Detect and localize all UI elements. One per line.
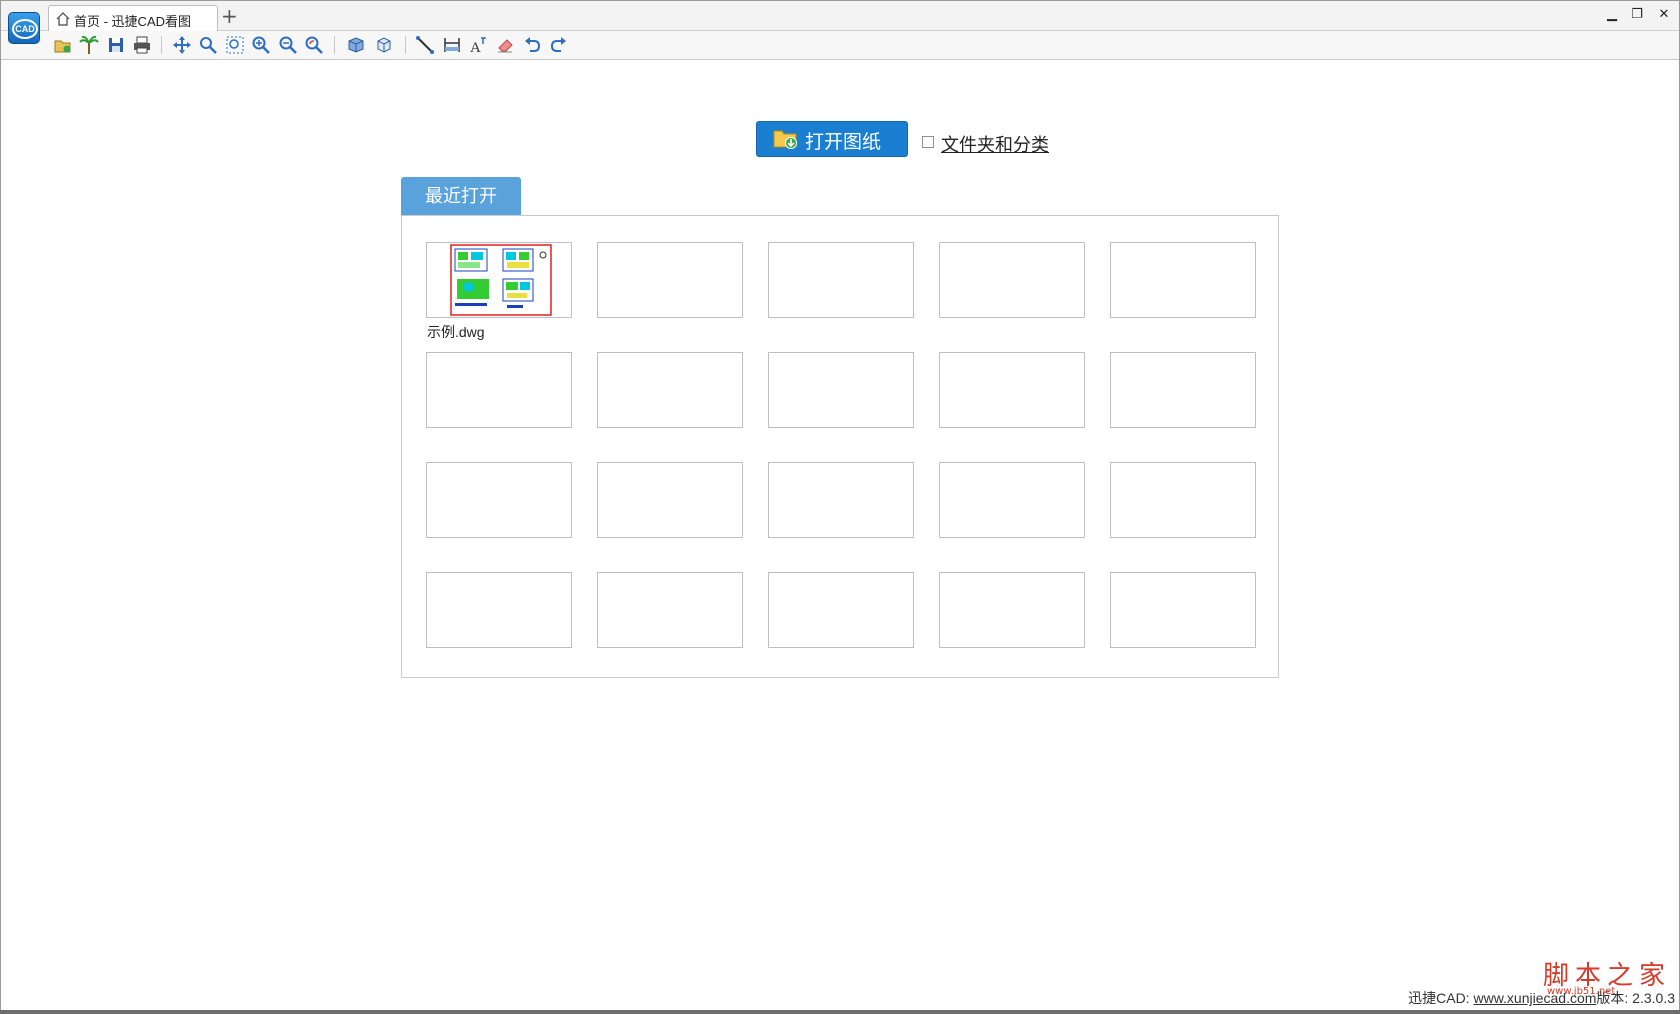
minimize-button[interactable]: ▁: [1604, 7, 1620, 23]
recent-file-thumbnail[interactable]: [426, 352, 572, 428]
print-icon[interactable]: [132, 35, 152, 55]
3d-view-icon[interactable]: [346, 35, 366, 55]
text-icon[interactable]: A: [468, 35, 488, 55]
recent-file-thumbnail[interactable]: [597, 352, 743, 428]
dwg-preview-image: [450, 244, 552, 316]
zoom-window-icon[interactable]: [198, 35, 218, 55]
eraser-icon[interactable]: [495, 35, 515, 55]
measure-dimension-icon[interactable]: [442, 35, 462, 55]
toolbar-separator: [334, 36, 335, 54]
recent-file-thumbnail[interactable]: [939, 572, 1085, 648]
app-logo: CAD: [8, 12, 40, 44]
pan-icon[interactable]: [172, 35, 192, 55]
tab-home[interactable]: 首页 - 迅捷CAD看图: [48, 5, 218, 32]
recent-file-thumbnail[interactable]: [1110, 352, 1256, 428]
footer-prefix: 迅捷CAD:: [1408, 990, 1474, 1006]
zoom-previous-icon[interactable]: [304, 35, 324, 55]
palm-tree-icon[interactable]: [79, 35, 99, 55]
title-bar: 首页 - 迅捷CAD看图 + ▁ ❐ ✕: [1, 1, 1679, 32]
recent-file-thumbnail[interactable]: [1110, 462, 1256, 538]
save-icon[interactable]: [106, 35, 126, 55]
recent-file-thumbnail[interactable]: [597, 242, 743, 318]
recent-file-thumbnail[interactable]: [939, 352, 1085, 428]
toolbar: A: [1, 31, 1679, 60]
recent-file-thumbnail[interactable]: [768, 352, 914, 428]
recent-file-thumbnail[interactable]: [768, 242, 914, 318]
folder-category-checkbox[interactable]: [922, 136, 934, 148]
measure-line-icon[interactable]: [415, 35, 435, 55]
new-tab-button[interactable]: +: [221, 5, 238, 27]
recent-file-name[interactable]: 示例.dwg: [427, 322, 485, 342]
zoom-out-icon[interactable]: [278, 35, 298, 55]
svg-text:A: A: [470, 40, 481, 55]
recent-file-thumbnail[interactable]: [597, 572, 743, 648]
undo-icon[interactable]: [522, 35, 542, 55]
restore-button[interactable]: ❐: [1629, 7, 1645, 23]
recent-file-thumbnail[interactable]: [1110, 242, 1256, 318]
recent-file-thumbnail[interactable]: [426, 572, 572, 648]
tab-recent[interactable]: 最近打开: [401, 177, 521, 215]
close-button[interactable]: ✕: [1656, 7, 1672, 23]
recent-files-panel: 示例.dwg: [401, 215, 1279, 678]
recent-file-thumbnail[interactable]: [426, 242, 572, 318]
watermark-sub: www.jb51.net: [1547, 986, 1616, 997]
redo-icon[interactable]: [549, 35, 569, 55]
recent-file-thumbnail[interactable]: [426, 462, 572, 538]
toolbar-separator: [405, 36, 406, 54]
home-icon: [56, 12, 70, 26]
zoom-extents-icon[interactable]: [225, 35, 245, 55]
recent-file-thumbnail[interactable]: [768, 462, 914, 538]
folder-open-icon: [773, 130, 797, 149]
taskbar-strip: [0, 1010, 1680, 1014]
open-drawing-label: 打开图纸: [805, 132, 882, 153]
recent-file-thumbnail[interactable]: [939, 242, 1085, 318]
3d-orbit-icon[interactable]: [374, 35, 394, 55]
app-logo-text: CAD: [12, 19, 38, 39]
app-window: 首页 - 迅捷CAD看图 + ▁ ❐ ✕ A CAD 打开图纸 文件夹和分类 最…: [0, 0, 1680, 1012]
recent-file-thumbnail[interactable]: [768, 572, 914, 648]
recent-file-thumbnail[interactable]: [597, 462, 743, 538]
toolbar-separator: [161, 36, 162, 54]
recent-file-thumbnail[interactable]: [939, 462, 1085, 538]
open-icon[interactable]: [53, 35, 73, 55]
open-drawing-button[interactable]: 打开图纸: [756, 121, 908, 157]
tab-title: 首页 - 迅捷CAD看图: [74, 14, 192, 29]
folder-category-link[interactable]: 文件夹和分类: [941, 131, 1049, 157]
zoom-in-icon[interactable]: [251, 35, 271, 55]
recent-file-thumbnail[interactable]: [1110, 572, 1256, 648]
